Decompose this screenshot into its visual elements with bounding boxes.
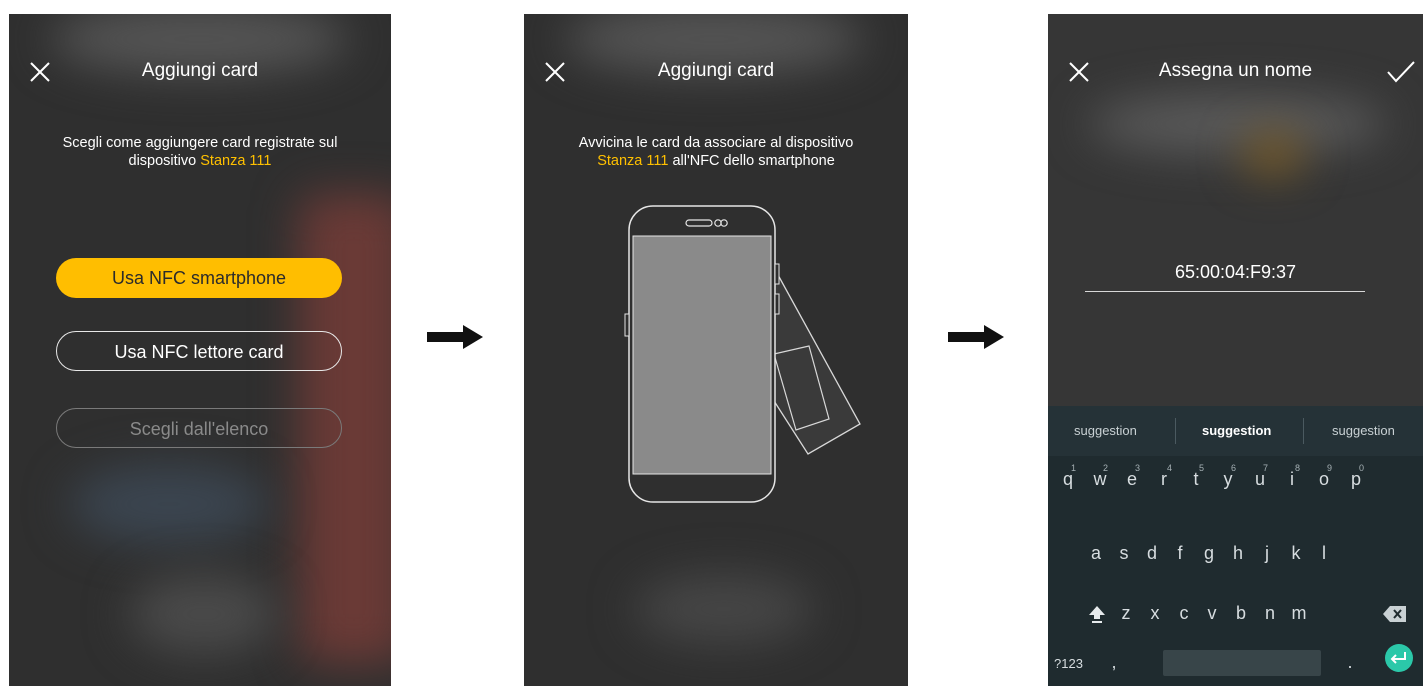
key-z[interactable]: z xyxy=(1112,603,1140,624)
right-arrow-icon xyxy=(427,325,483,349)
screen-assign-name: Assegna un nome 65:00:04:F9:37 suggestio… xyxy=(1048,14,1423,686)
key-j[interactable]: j xyxy=(1253,543,1281,564)
key-n[interactable]: n xyxy=(1256,603,1284,624)
key-hint-4: 4 xyxy=(1167,463,1173,473)
key-f[interactable]: f xyxy=(1166,543,1194,564)
key-b[interactable]: b xyxy=(1227,603,1255,624)
key-p[interactable]: p xyxy=(1342,469,1370,490)
instruction-text: Avvicina le card da associare al disposi… xyxy=(534,134,898,170)
key-c[interactable]: c xyxy=(1170,603,1198,624)
key-e[interactable]: e xyxy=(1118,469,1146,490)
suggestion-bar: suggestion suggestion suggestion xyxy=(1048,406,1423,456)
instruction-text: Scegli come aggiungere card registrate s… xyxy=(19,134,381,170)
device-name: Stanza 111 xyxy=(200,153,272,169)
key-hint-7: 7 xyxy=(1263,463,1269,473)
key-v[interactable]: v xyxy=(1198,603,1226,624)
nfc-phone-illustration-icon xyxy=(624,205,861,503)
screen-add-card-choose: Aggiungi card Scegli come aggiungere car… xyxy=(9,14,391,686)
card-name-input[interactable]: 65:00:04:F9:37 xyxy=(1048,262,1423,283)
key-d[interactable]: d xyxy=(1138,543,1166,564)
device-name: Stanza 111 xyxy=(597,153,669,169)
page-title: Aggiungi card xyxy=(657,60,775,81)
instruction-prefix: dispositivo xyxy=(128,153,201,169)
key-hint-5: 5 xyxy=(1199,463,1205,473)
suggestion-divider xyxy=(1303,418,1304,444)
key-m[interactable]: m xyxy=(1285,603,1313,624)
choose-from-list-button[interactable]: Scegli dall'elenco xyxy=(56,408,342,448)
symbols-key[interactable]: ?123 xyxy=(1054,656,1083,671)
instruction-line-1: Avvicina le card da associare al disposi… xyxy=(578,135,854,151)
enter-icon xyxy=(1390,652,1406,664)
key-hint-9: 9 xyxy=(1327,463,1333,473)
instruction-line-2: dispositivo Stanza 111 xyxy=(19,152,381,170)
key-i[interactable]: i xyxy=(1278,469,1306,490)
key-hint-6: 6 xyxy=(1231,463,1237,473)
key-hint-3: 3 xyxy=(1135,463,1141,473)
screen-add-card-nfc: Aggiungi card Avvicina le card da associ… xyxy=(524,14,908,686)
instruction-suffix: all'NFC dello smartphone xyxy=(668,153,835,169)
instruction-line-2: Stanza 111 all'NFC dello smartphone xyxy=(534,152,898,170)
key-w[interactable]: w xyxy=(1086,469,1114,490)
key-hint-0: 0 xyxy=(1359,463,1365,473)
suggestion-left[interactable]: suggestion xyxy=(1074,423,1137,438)
page-title: Aggiungi card xyxy=(141,60,259,81)
key-r[interactable]: r xyxy=(1150,469,1178,490)
key-k[interactable]: k xyxy=(1282,543,1310,564)
period-key[interactable]: . xyxy=(1336,652,1364,673)
use-nfc-reader-button[interactable]: Usa NFC lettore card xyxy=(56,331,342,371)
key-hint-2: 2 xyxy=(1103,463,1109,473)
input-underline xyxy=(1085,291,1365,292)
right-arrow-icon xyxy=(948,325,1004,349)
suggestion-divider xyxy=(1175,418,1176,444)
use-nfc-smartphone-button[interactable]: Usa NFC smartphone xyxy=(56,258,342,298)
key-h[interactable]: h xyxy=(1224,543,1252,564)
suggestion-right[interactable]: suggestion xyxy=(1332,423,1395,438)
key-hint-8: 8 xyxy=(1295,463,1301,473)
comma-key[interactable]: , xyxy=(1100,652,1128,673)
backspace-icon[interactable] xyxy=(1382,604,1408,624)
page-title: Assegna un nome xyxy=(1158,60,1313,81)
key-hint-1: 1 xyxy=(1071,463,1077,473)
key-q[interactable]: q xyxy=(1054,469,1082,490)
key-a[interactable]: a xyxy=(1082,543,1110,564)
enter-key[interactable] xyxy=(1385,644,1413,672)
key-l[interactable]: l xyxy=(1310,543,1338,564)
key-s[interactable]: s xyxy=(1110,543,1138,564)
instruction-line-1: Scegli come aggiungere card registrate s… xyxy=(62,135,338,151)
key-u[interactable]: u xyxy=(1246,469,1274,490)
key-t[interactable]: t xyxy=(1182,469,1210,490)
suggestion-center[interactable]: suggestion xyxy=(1202,423,1271,438)
key-x[interactable]: x xyxy=(1141,603,1169,624)
key-y[interactable]: y xyxy=(1214,469,1242,490)
check-icon[interactable] xyxy=(1385,59,1417,85)
key-o[interactable]: o xyxy=(1310,469,1338,490)
shift-icon[interactable] xyxy=(1088,604,1106,624)
soft-keyboard: q w e r t y u i o p 1 2 3 4 5 6 7 8 9 0 … xyxy=(1048,456,1423,686)
space-key[interactable] xyxy=(1163,650,1321,676)
key-g[interactable]: g xyxy=(1195,543,1223,564)
